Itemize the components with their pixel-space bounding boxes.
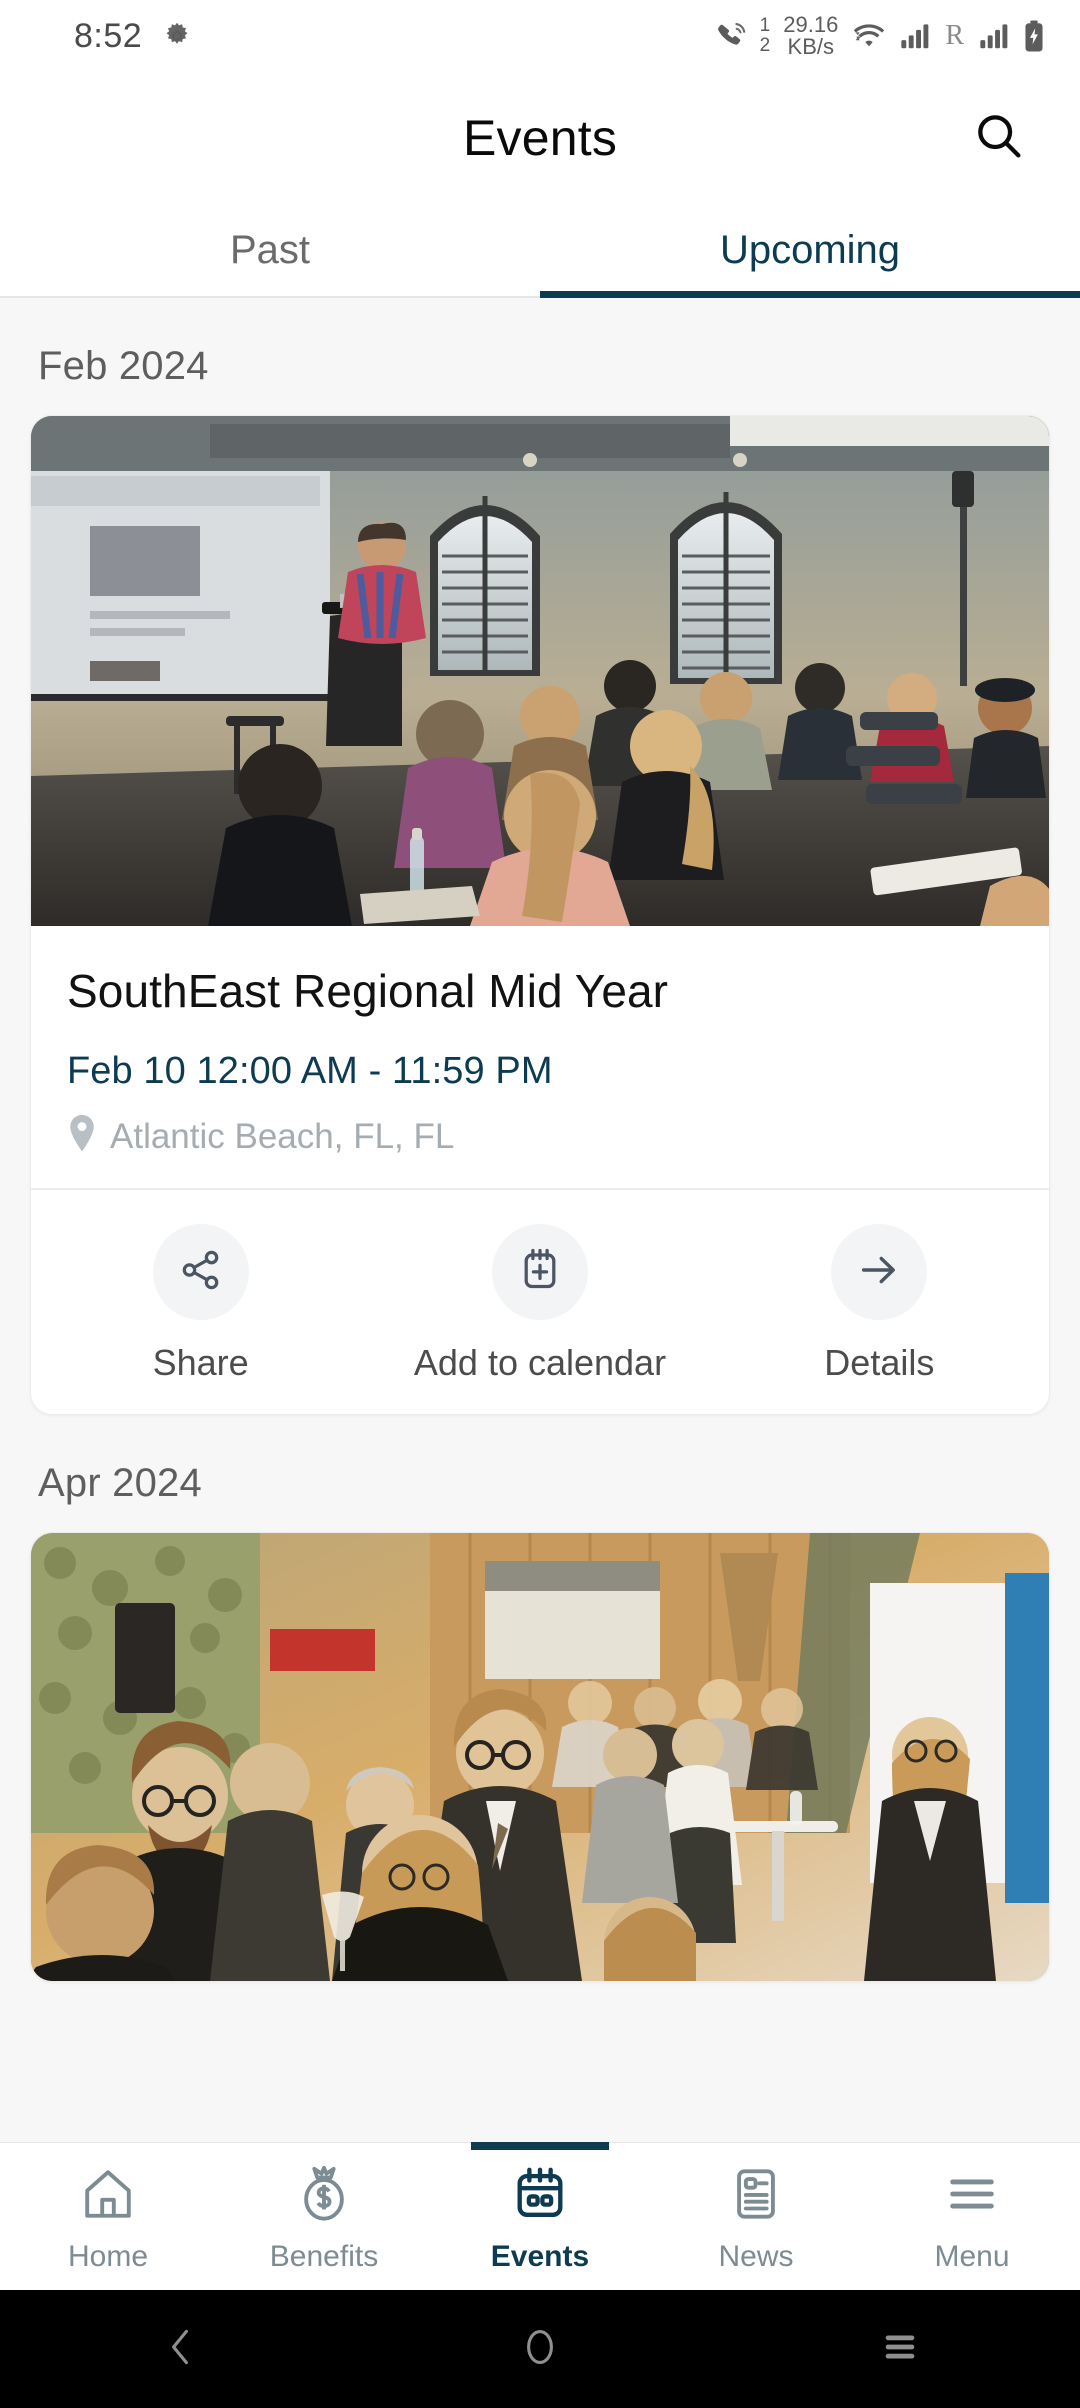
event-title: SouthEast Regional Mid Year bbox=[67, 965, 669, 1017]
recents-button[interactable] bbox=[840, 2290, 960, 2408]
battery-charging-icon bbox=[1022, 20, 1046, 52]
arrow-right-icon bbox=[856, 1247, 902, 1298]
network-speed-value: 29.16 bbox=[783, 12, 839, 37]
event-info: SouthEast Regional Mid Year Feb 10 12:00… bbox=[31, 926, 1049, 1188]
status-bar-left: 8:52 bbox=[74, 17, 192, 56]
nav-item-menu[interactable]: Menu bbox=[864, 2143, 1080, 2290]
event-actions: Share Add to calendar Details bbox=[31, 1190, 1049, 1414]
status-bar-right: 1 2 29.16 KB/s R bbox=[715, 14, 1046, 58]
status-bar: 8:52 1 2 29.16 KB/s R bbox=[0, 0, 1080, 72]
newspaper-icon bbox=[727, 2165, 785, 2228]
nav-label-benefits: Benefits bbox=[269, 2240, 379, 2273]
share-icon bbox=[178, 1247, 224, 1298]
month-header-feb: Feb 2024 bbox=[38, 344, 209, 388]
sim-1-label: 1 bbox=[759, 15, 771, 37]
nav-item-news[interactable]: News bbox=[648, 2143, 864, 2290]
status-time: 8:52 bbox=[74, 16, 143, 55]
calendar-plus-icon bbox=[517, 1247, 563, 1298]
network-speed-unit: KB/s bbox=[787, 34, 835, 59]
network-speed-indicator: 29.16 KB/s bbox=[783, 14, 838, 58]
search-button[interactable] bbox=[956, 95, 1042, 181]
tab-upcoming[interactable]: Upcoming bbox=[540, 204, 1080, 298]
chevron-left-icon bbox=[158, 2323, 202, 2376]
map-pin-icon bbox=[67, 1115, 97, 1158]
home-button[interactable] bbox=[480, 2290, 600, 2408]
settings-gear-icon bbox=[162, 21, 192, 51]
nav-label-menu: Menu bbox=[934, 2240, 1010, 2273]
back-button[interactable] bbox=[120, 2290, 240, 2408]
nav-label-home: Home bbox=[67, 2240, 149, 2273]
event-location: Atlantic Beach, FL, FL bbox=[110, 1116, 455, 1156]
event-photo bbox=[31, 416, 1049, 926]
share-button[interactable]: Share bbox=[31, 1224, 370, 1384]
search-icon bbox=[972, 109, 1026, 168]
home-icon bbox=[79, 2165, 137, 2228]
cellular-signal-icon-2 bbox=[979, 22, 1009, 50]
add-to-calendar-label: Add to calendar bbox=[413, 1342, 667, 1384]
page-title: Events bbox=[462, 110, 618, 166]
nav-item-events[interactable]: Events bbox=[432, 2143, 648, 2290]
sim-2-label: 2 bbox=[759, 35, 771, 56]
money-bag-icon bbox=[295, 2165, 353, 2228]
tab-upcoming-label: Upcoming bbox=[719, 227, 901, 272]
calendar-plus-icon-wrap bbox=[491, 1224, 588, 1321]
tab-past-label: Past bbox=[229, 227, 311, 272]
roaming-indicator: R bbox=[945, 20, 964, 51]
cellular-signal-icon bbox=[900, 22, 930, 50]
details-label: Details bbox=[824, 1342, 935, 1384]
event-datetime: Feb 10 12:00 AM - 11:59 PM bbox=[67, 1050, 553, 1093]
event-card-april[interactable] bbox=[30, 1532, 1050, 1983]
events-tabs: Past Upcoming bbox=[0, 204, 1080, 298]
hamburger-menu-icon bbox=[943, 2165, 1001, 2228]
add-to-calendar-button[interactable]: Add to calendar bbox=[370, 1224, 709, 1384]
event-card-southeast-regional[interactable]: SouthEast Regional Mid Year Feb 10 12:00… bbox=[30, 415, 1050, 1416]
events-list[interactable]: Feb 2024 SouthEast Regional Mid Year Feb… bbox=[0, 298, 1080, 2142]
tab-past[interactable]: Past bbox=[0, 204, 540, 296]
wifi-icon bbox=[851, 21, 887, 51]
event-photo-april bbox=[31, 1533, 1049, 1982]
nav-label-news: News bbox=[718, 2240, 794, 2273]
sim-indicator: 1 2 bbox=[760, 16, 771, 56]
nav-item-benefits[interactable]: Benefits bbox=[216, 2143, 432, 2290]
app-root: 8:52 1 2 29.16 KB/s R Events Past Upcomi… bbox=[0, 0, 1080, 2408]
hamburger-icon bbox=[878, 2325, 922, 2374]
calendar-icon bbox=[511, 2165, 569, 2228]
month-header-apr: Apr 2024 bbox=[38, 1461, 202, 1506]
event-location-row: Atlantic Beach, FL, FL bbox=[67, 1115, 1013, 1158]
phone-call-icon bbox=[715, 21, 747, 51]
share-icon-wrap bbox=[152, 1224, 249, 1321]
nav-item-home[interactable]: Home bbox=[0, 2143, 216, 2290]
android-system-nav bbox=[0, 2290, 1080, 2408]
nav-label-events: Events bbox=[490, 2240, 590, 2273]
details-button[interactable]: Details bbox=[710, 1224, 1049, 1384]
app-header: Events bbox=[0, 72, 1080, 204]
bottom-navigation: Home Benefits Events News Menu bbox=[0, 2142, 1080, 2290]
share-label: Share bbox=[152, 1342, 249, 1384]
circle-icon bbox=[518, 2323, 562, 2376]
arrow-right-icon-wrap bbox=[831, 1224, 928, 1321]
